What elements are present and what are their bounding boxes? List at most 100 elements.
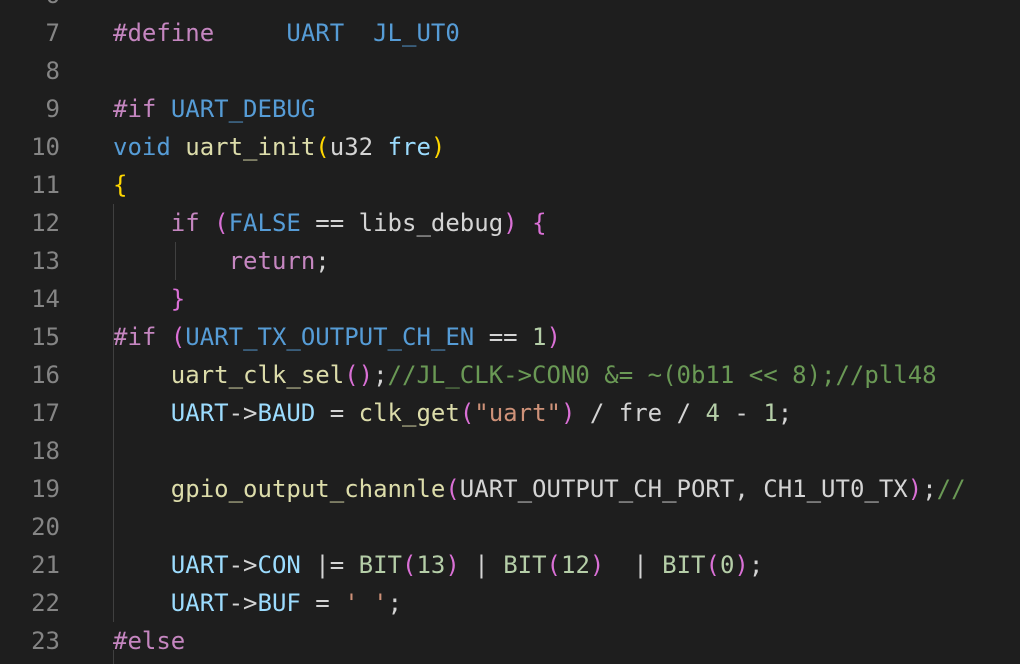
code-token: ; xyxy=(922,475,937,503)
code-token: ' ' xyxy=(344,589,388,617)
code-token: / xyxy=(662,399,706,427)
code-token: - xyxy=(719,399,764,427)
code-token: -> xyxy=(228,589,258,617)
code-token: UART xyxy=(170,399,229,427)
code-token: ) xyxy=(589,551,605,579)
code-token: BAUD xyxy=(257,399,316,427)
code-token: |= xyxy=(300,551,359,579)
code-token: UART xyxy=(170,551,229,579)
code-line[interactable]: #else xyxy=(113,622,185,660)
code-token: ( xyxy=(170,323,186,351)
code-token: 13 xyxy=(416,551,446,579)
indent-guide xyxy=(113,650,114,664)
code-token: 1 xyxy=(532,323,547,351)
code-token: ) xyxy=(734,551,749,579)
code-token: ) xyxy=(430,133,446,161)
code-token: FALSE xyxy=(228,209,301,237)
code-line[interactable]: UART->BAUD = clk_get("uart") / fre / 4 -… xyxy=(113,394,792,432)
code-token: //JL_CLK->CON0 &= ~(0b11 << 8);//pll48 xyxy=(387,361,937,389)
code-token: "uart" xyxy=(474,399,561,427)
code-token: uart_init xyxy=(185,133,316,161)
code-token: ) xyxy=(907,475,923,503)
code-line[interactable]: UART->CON |= BIT(13) | BIT(12) | BIT(0); xyxy=(113,546,764,584)
code-token: clk_get xyxy=(358,399,460,427)
code-token: ( xyxy=(402,551,417,579)
code-token: BUF xyxy=(257,589,301,617)
code-token: UART xyxy=(170,589,229,617)
code-token: fre xyxy=(387,133,431,161)
code-token: / xyxy=(575,399,619,427)
code-token: ( xyxy=(705,551,720,579)
code-token: #if xyxy=(113,323,157,351)
code-token: uart_clk_sel xyxy=(170,361,345,389)
code-token: = xyxy=(315,399,359,427)
code-token: ) xyxy=(503,209,518,237)
code-line[interactable]: #define UART JL_UT0 xyxy=(113,14,460,52)
code-token: | xyxy=(604,551,663,579)
code-token: ( xyxy=(344,361,359,389)
code-token: -> xyxy=(228,551,258,579)
code-token: ( xyxy=(459,399,475,427)
code-token: gpio_output_channle xyxy=(170,475,446,503)
code-token: ) xyxy=(358,361,374,389)
code-token: 4 xyxy=(705,399,720,427)
code-token: #define xyxy=(113,19,215,47)
code-token: ) xyxy=(445,551,460,579)
code-line[interactable]: #if (UART_TX_OUTPUT_CH_EN == 1) xyxy=(113,318,561,356)
code-token: // xyxy=(936,475,966,503)
code-token: UART_OUTPUT_CH_PORT xyxy=(459,475,735,503)
code-token: BIT xyxy=(358,551,403,579)
code-line[interactable]: gpio_output_channle(UART_OUTPUT_CH_PORT,… xyxy=(113,470,966,508)
code-token: == xyxy=(300,209,359,237)
code-token: ; xyxy=(373,361,388,389)
code-token: return xyxy=(228,247,316,275)
code-line[interactable]: #if UART_DEBUG xyxy=(113,90,315,128)
code-line[interactable]: uart_clk_sel();//JL_CLK->CON0 &= ~(0b11 … xyxy=(113,356,937,394)
code-token: #if xyxy=(113,95,157,123)
code-token: ( xyxy=(315,133,330,161)
code-line[interactable]: UART->BUF = ' '; xyxy=(113,584,402,622)
code-token: { xyxy=(532,209,547,237)
code-line[interactable]: if (FALSE == libs_debug) { xyxy=(113,204,547,242)
code-token: { xyxy=(113,171,128,199)
code-token: , xyxy=(734,475,764,503)
code-token: -> xyxy=(228,399,258,427)
code-token: UART_TX_OUTPUT_CH_EN xyxy=(185,323,475,351)
code-area[interactable]: #define UART JL_UT0 #if UART_DEBUG void ua… xyxy=(0,0,1020,664)
code-line[interactable]: } xyxy=(113,280,185,318)
code-token: = xyxy=(300,589,345,617)
code-token: BIT xyxy=(662,551,706,579)
code-token: } xyxy=(170,285,186,313)
code-token: | xyxy=(459,551,504,579)
code-token: ; xyxy=(315,247,330,275)
code-token: libs_debug xyxy=(358,209,504,237)
code-token: CH1_UT0_TX xyxy=(763,475,908,503)
code-token: if xyxy=(170,209,200,237)
code-token: void xyxy=(113,133,171,161)
code-token: ( xyxy=(445,475,460,503)
code-token: ; xyxy=(387,589,403,617)
code-token: JL_UT0 xyxy=(373,19,460,47)
code-token: CON xyxy=(257,551,301,579)
code-line[interactable]: return; xyxy=(113,242,330,280)
code-token: ( xyxy=(214,209,229,237)
code-line[interactable]: { xyxy=(113,166,127,204)
code-line[interactable]: void uart_init(u32 fre) xyxy=(113,128,445,166)
code-token: 12 xyxy=(561,551,590,579)
code-editor[interactable]: 67891011121314151617181920212223 #define… xyxy=(0,0,1020,664)
code-token: 1 xyxy=(763,399,778,427)
code-token: ) xyxy=(560,399,576,427)
code-token: == xyxy=(474,323,533,351)
